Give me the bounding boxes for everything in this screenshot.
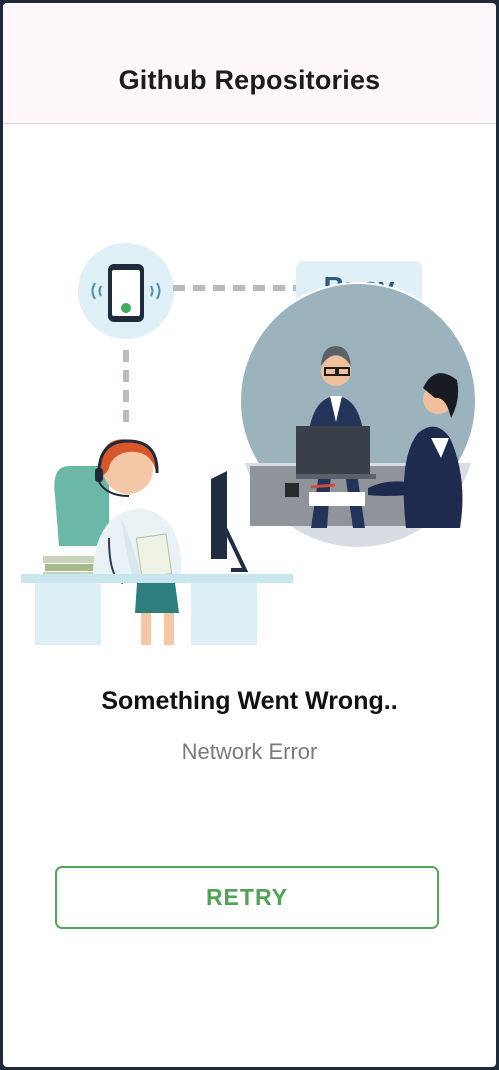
app-screen: Github Repositories Busy (3, 3, 496, 1067)
error-title: Something Went Wrong.. (101, 687, 398, 715)
page-title: Github Repositories (118, 65, 381, 95)
busy-support-illustration: Busy (21, 243, 477, 645)
meeting-scene (239, 282, 477, 548)
retry-button[interactable]: RETRY (55, 866, 439, 929)
error-message: Network Error (181, 739, 318, 764)
status-bar (3, 3, 496, 41)
app-bar: Github Repositories (3, 41, 496, 124)
